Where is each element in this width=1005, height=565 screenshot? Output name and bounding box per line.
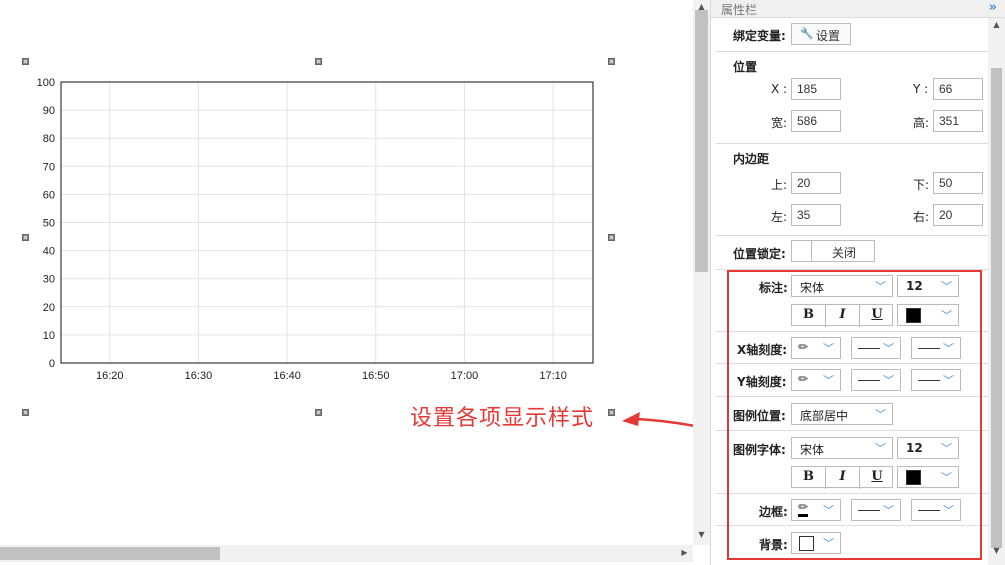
resize-handle-bottom-center[interactable] [315, 409, 322, 416]
binding-label: 绑定变量: [733, 29, 786, 43]
resize-handle-middle-right[interactable] [608, 234, 615, 241]
panel-scroll-down-icon[interactable]: ▼ [988, 546, 1005, 555]
padding-bottom-input[interactable]: 50 [933, 172, 983, 194]
y-tick-label: 30 [43, 274, 55, 286]
double-chevron-right-icon[interactable]: » [989, 0, 997, 15]
design-canvas[interactable]: 0 10 20 30 40 50 60 70 80 90 100 16:20 16:30 16:40 16:… [0, 0, 693, 545]
x-tick-label: 16:20 [96, 370, 124, 382]
lock-label: 位置锁定: [733, 247, 786, 261]
x-tick-label: 17:10 [539, 370, 567, 382]
x-tick-label: 16:50 [362, 370, 390, 382]
y-label: Y : [913, 82, 929, 96]
position-title: 位置 [733, 60, 758, 74]
y-tick-label: 50 [43, 218, 55, 230]
panel-scroll-up-icon[interactable]: ▲ [988, 20, 1005, 29]
y-tick-label: 40 [43, 246, 55, 258]
height-label: 高: [913, 116, 930, 130]
annotation-arrow [622, 412, 693, 427]
x-tick-label: 17:00 [451, 370, 479, 382]
x-tick-label: 16:40 [273, 370, 301, 382]
lock-section: 位置锁定: 关闭 [715, 236, 988, 270]
scroll-right-icon[interactable]: ▶ [676, 548, 693, 557]
y-tick-label: 20 [43, 302, 55, 314]
padding-left-input[interactable]: 35 [791, 204, 841, 226]
padding-left-label: 左: [771, 210, 788, 224]
x-input[interactable]: 185 [791, 78, 841, 100]
line-chart[interactable]: 0 10 20 30 40 50 60 70 80 90 100 16:20 16:30 16:40 16:… [30, 72, 600, 392]
panel-header: 属性栏 » [711, 0, 1005, 18]
resize-handle-top-center[interactable] [315, 58, 322, 65]
canvas-vertical-scrollbar[interactable]: ▲ ▼ [693, 0, 710, 545]
height-input[interactable]: 351 [933, 110, 983, 132]
resize-handle-bottom-right[interactable] [608, 409, 615, 416]
position-section: 位置 X : 185 Y : 66 宽: 586 高: 351 [715, 52, 988, 144]
padding-right-label: 右: [913, 210, 930, 224]
padding-top-label: 上: [771, 178, 788, 192]
y-input[interactable]: 66 [933, 78, 983, 100]
canvas-vertical-scroll-thumb[interactable] [695, 10, 708, 272]
panel-scrollbar[interactable]: ▲ ▼ [988, 18, 1005, 565]
highlight-box [727, 270, 982, 560]
y-tick-label: 60 [43, 189, 55, 201]
width-input[interactable]: 586 [791, 110, 841, 132]
panel-title: 属性栏 [721, 3, 758, 17]
annotation-text: 设置各项显示样式 [410, 406, 595, 431]
lock-toggle-knob [792, 241, 812, 261]
y-tick-label: 90 [43, 105, 55, 117]
padding-right-input[interactable]: 20 [933, 204, 983, 226]
y-tick-label: 70 [43, 161, 55, 173]
x-tick-label: 16:30 [185, 370, 213, 382]
resize-handle-top-left[interactable] [22, 58, 29, 65]
binding-settings-label: 设置 [816, 29, 841, 43]
canvas-horizontal-scroll-thumb[interactable] [0, 547, 220, 560]
y-tick-label: 10 [43, 330, 55, 342]
width-label: 宽: [771, 116, 788, 130]
padding-title: 内边距 [733, 152, 770, 166]
binding-settings-button[interactable]: 🔧 设置 [791, 23, 851, 45]
canvas-horizontal-scrollbar[interactable]: ▶ [0, 545, 693, 562]
y-tick-label: 0 [49, 358, 55, 370]
padding-section: 内边距 上: 20 下: 50 左: 35 右: 20 [715, 144, 988, 236]
resize-handle-middle-left[interactable] [22, 234, 29, 241]
scroll-down-icon[interactable]: ▼ [693, 530, 710, 539]
panel-scroll-thumb[interactable] [991, 68, 1002, 548]
binding-section: 绑定变量: 🔧 设置 [715, 19, 988, 52]
y-tick-label: 100 [37, 77, 55, 89]
resize-handle-bottom-left[interactable] [22, 409, 29, 416]
padding-bottom-label: 下: [913, 178, 930, 192]
y-tick-label: 80 [43, 133, 55, 145]
lock-toggle[interactable]: 关闭 [791, 240, 875, 262]
x-label: X : [771, 82, 788, 96]
lock-toggle-state: 关闭 [832, 246, 857, 260]
resize-handle-top-right[interactable] [608, 58, 615, 65]
padding-top-input[interactable]: 20 [791, 172, 841, 194]
wrench-icon: 🔧 [800, 27, 814, 40]
